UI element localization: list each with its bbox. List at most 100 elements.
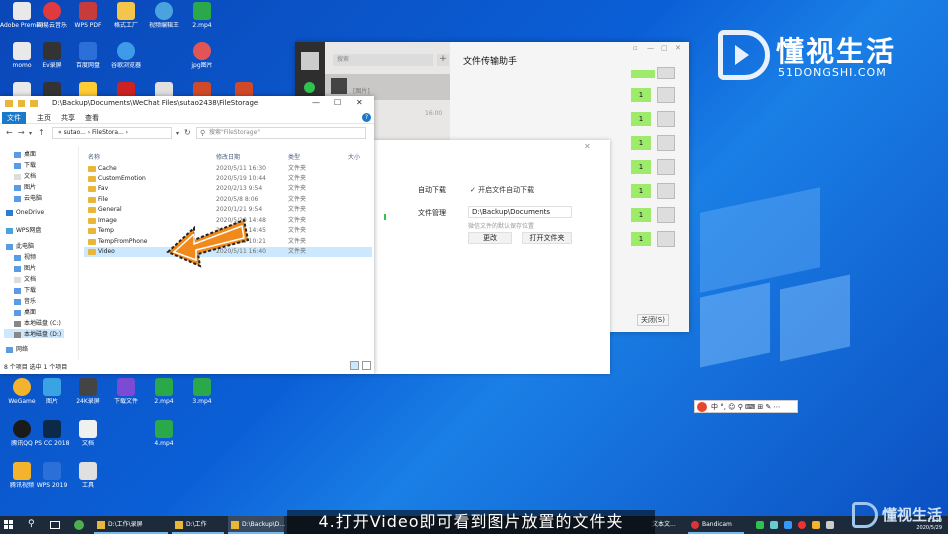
close-button[interactable]: ✕ <box>356 98 363 107</box>
taskbar-item[interactable]: 文本文... <box>652 516 684 534</box>
windows-start-icon[interactable] <box>4 520 14 530</box>
tree-item[interactable]: 云电脑 <box>14 193 42 202</box>
message-bubble[interactable]: 1 <box>631 88 651 102</box>
search-icon[interactable]: ⚲ <box>28 519 35 529</box>
taskbar-item[interactable]: D:\工作\录屏 <box>94 516 168 534</box>
input-method-bar[interactable]: 中 °, ☺ ⚲ ⌨ ⊞ ✎ ⋯ <box>694 400 798 413</box>
large-icons-view-icon[interactable] <box>362 361 371 370</box>
app-icon <box>43 462 61 480</box>
desktop-icon[interactable]: 工具 <box>66 462 110 489</box>
forward-icon[interactable]: → <box>18 128 25 137</box>
desktop-icon <box>14 309 21 316</box>
desktop-icon[interactable]: 谷歌浏览器 <box>104 42 148 69</box>
message-bubble[interactable]: 1 <box>631 184 651 198</box>
save-path-field[interactable]: D:\Backup\Documents <box>468 206 572 218</box>
help-icon[interactable]: ? <box>362 113 371 122</box>
tab-view[interactable]: 查看 <box>80 112 104 124</box>
tray-icon[interactable] <box>784 521 792 529</box>
column-header-name[interactable]: 名称 <box>88 152 100 161</box>
pin-icon[interactable]: ▫ <box>633 44 638 52</box>
taskbar-item[interactable]: Bandicam <box>688 516 744 534</box>
dropdown-icon[interactable]: ▾ <box>29 130 32 137</box>
tray-icon[interactable] <box>812 521 820 529</box>
tree-item[interactable]: OneDrive <box>6 209 44 216</box>
quick-access-icon[interactable] <box>18 100 25 107</box>
tree-item[interactable]: 视频 <box>14 252 36 261</box>
tray-icon[interactable] <box>756 521 764 529</box>
message-bubble[interactable]: 1 <box>631 160 651 174</box>
tree-item[interactable]: 网络 <box>6 344 28 353</box>
tab-home[interactable]: 主页 <box>32 112 56 124</box>
column-header-size[interactable]: 大小 <box>348 152 360 161</box>
message-bubble[interactable]: 1 <box>631 112 651 126</box>
subtitle-caption: 4.打开Video即可看到图片放置的文件夹 <box>287 510 655 534</box>
message-bubble[interactable] <box>631 70 655 78</box>
tab-share[interactable]: 共享 <box>56 112 80 124</box>
tree-item[interactable]: 文档 <box>14 171 36 180</box>
app-icon <box>155 420 173 438</box>
up-icon[interactable]: ↑ <box>38 128 45 137</box>
add-button[interactable]: + <box>437 54 449 66</box>
column-header-date[interactable]: 修改日期 <box>216 152 240 161</box>
tree-item[interactable]: WPS网盘 <box>6 225 41 234</box>
task-view-icon[interactable] <box>50 521 60 529</box>
tab-file[interactable]: 文件 <box>2 112 26 124</box>
app-icon <box>43 420 61 438</box>
tray-icon[interactable] <box>826 521 834 529</box>
minimize-button[interactable]: — <box>647 44 654 52</box>
table-row[interactable]: Cache 2020/5/11 16:30 文件夹 <box>84 164 372 174</box>
tray-icon[interactable] <box>770 521 778 529</box>
tree-item[interactable]: 图片 <box>14 263 36 272</box>
watermark-text: 懂视生活 <box>882 506 943 524</box>
app-icon <box>117 42 135 60</box>
tree-item[interactable]: 桌面 <box>14 149 36 158</box>
search-input[interactable]: 搜索"FileStorage" <box>196 127 366 139</box>
chat-icon[interactable] <box>304 82 315 93</box>
tree-item[interactable]: 此电脑 <box>6 241 34 250</box>
message-bubble[interactable]: 1 <box>631 136 651 150</box>
tray-icon[interactable] <box>798 521 806 529</box>
tree-item-selected[interactable]: 本地磁盘 (D:) <box>4 329 64 338</box>
desktop-icon[interactable]: jpg图片 <box>180 42 224 69</box>
tree-item[interactable]: 桌面 <box>14 307 36 316</box>
refresh-icon[interactable]: ↻ <box>184 128 191 137</box>
close-icon[interactable]: ✕ <box>584 142 591 151</box>
ribbon-tabs: 文件 主页 共享 查看 ? <box>0 112 374 124</box>
details-view-icon[interactable] <box>350 361 359 370</box>
address-dropdown-icon[interactable]: ▾ <box>176 130 179 137</box>
desktop-icon[interactable]: 文档 <box>66 420 110 447</box>
ime-tools[interactable]: 中 °, ☺ ⚲ ⌨ ⊞ ✎ ⋯ <box>711 403 781 411</box>
message-bubble[interactable]: 1 <box>631 208 651 222</box>
desktop-icon[interactable]: 3.mp4 <box>180 378 224 405</box>
close-button[interactable]: ✕ <box>675 44 681 52</box>
column-header-type[interactable]: 类型 <box>288 152 300 161</box>
taskbar-item[interactable]: D:\Backup\D... <box>228 516 285 534</box>
minimize-button[interactable]: — <box>312 98 320 107</box>
table-row[interactable]: CustomEmotion 2020/5/19 10:44 文件夹 <box>84 174 372 184</box>
tree-item[interactable]: 本地磁盘 (C:) <box>14 318 61 327</box>
change-button[interactable]: 更改 <box>468 232 512 244</box>
address-bar[interactable]: « sutao... › FileStora... › <box>52 127 172 139</box>
tree-item[interactable]: 下载 <box>14 160 36 169</box>
maximize-button[interactable]: ☐ <box>334 98 341 107</box>
folder-icon[interactable] <box>30 100 38 107</box>
desktop-icon[interactable]: 2.mp4 <box>180 2 224 29</box>
app-icon <box>193 2 211 20</box>
message-bubble[interactable]: 1 <box>631 232 651 246</box>
maximize-button[interactable]: ▢ <box>661 44 668 52</box>
tree-item[interactable]: 音乐 <box>14 296 36 305</box>
desktop-icon[interactable]: 4.mp4 <box>142 420 186 447</box>
back-icon[interactable]: ← <box>6 128 13 137</box>
avatar[interactable] <box>301 52 319 70</box>
chrome-icon[interactable] <box>74 520 84 530</box>
auto-download-checkbox[interactable]: ✓ 开启文件自动下载 <box>470 185 534 195</box>
tree-item[interactable]: 图片 <box>14 182 36 191</box>
table-row[interactable]: File 2020/5/8 8:06 文件夹 <box>84 195 372 205</box>
search-input[interactable]: 搜索 <box>333 54 433 66</box>
table-row[interactable]: Fav 2020/2/13 9:54 文件夹 <box>84 184 372 194</box>
taskbar-item[interactable]: D:\工作 <box>172 516 224 534</box>
close-dialog-button[interactable]: 关闭(S) <box>637 314 669 326</box>
open-folder-button[interactable]: 打开文件夹 <box>522 232 572 244</box>
tree-item[interactable]: 下载 <box>14 285 36 294</box>
tree-item[interactable]: 文档 <box>14 274 36 283</box>
